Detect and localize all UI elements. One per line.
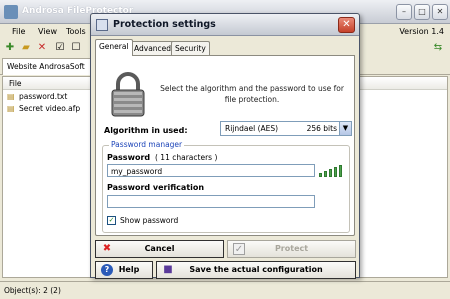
add-file-icon[interactable]: ✚ [4,42,16,54]
status-bar: Object(s): 2 (2) [0,281,450,299]
password-verification-field[interactable] [107,195,315,208]
tab-general[interactable]: General [95,39,133,56]
deselect-icon[interactable]: ☐ [70,42,82,54]
algorithm-value: Rijndael (AES) [225,124,279,133]
minimize-button[interactable]: – [396,4,412,20]
dialog-title: Protection settings [113,19,216,30]
check-icon: ✓ [233,243,245,255]
show-password-label[interactable]: Show password [120,216,178,225]
password-length: ( 11 characters ) [155,153,218,162]
algorithm-label: Algorithm in used: [104,126,188,135]
dialog-icon [96,19,108,31]
show-password-checkbox[interactable]: ✓ [107,216,116,225]
app-icon [4,5,18,19]
password-manager-legend: Password manager [109,140,185,149]
padlock-icon [111,72,145,117]
help-icon: ? [101,264,113,276]
open-folder-icon[interactable]: ▰ [20,42,32,54]
strength-bar [334,167,337,177]
file-icon: ▤ [7,103,15,113]
tab-advanced[interactable]: Advanced [130,41,176,55]
update-icon[interactable]: ⇆ [432,42,444,54]
protection-settings-dialog: Protection settings ✕ General Advanced S… [90,13,360,279]
cancel-label: Cancel [144,244,175,253]
version-label: Version 1.4 [399,27,444,36]
strength-bar [319,173,322,177]
delete-icon[interactable]: ✕ [36,42,48,54]
password-manager-group: Password manager Password ( 11 character… [102,140,350,233]
general-tab-panel: Select the algorithm and the password to… [95,55,355,236]
strength-bar [339,165,342,177]
cancel-button[interactable]: ✖ Cancel [95,240,224,258]
menu-file[interactable]: File [12,27,25,36]
floppy-icon: ■ [163,264,173,275]
dialog-close-button[interactable]: ✕ [338,17,355,33]
dialog-title-bar: Protection settings ✕ [91,14,359,36]
file-icon: ▤ [7,91,15,101]
password-field[interactable]: my_password [107,164,315,177]
strength-bar [329,169,332,177]
save-configuration-button[interactable]: ■ Save the actual configuration [156,261,356,279]
password-label: Password [107,153,151,162]
red-x-icon: ✖ [102,243,112,254]
main-close-button[interactable]: ✕ [432,4,448,20]
chevron-down-icon[interactable]: ▼ [339,122,351,135]
protect-label: Protect [274,244,309,253]
algorithm-bits: 256 bits [306,124,337,133]
save-label: Save the actual configuration [189,265,323,274]
maximize-button[interactable]: □ [414,4,430,20]
file-name: password.txt [19,91,68,101]
menu-tools[interactable]: Tools [66,27,86,36]
file-name: Secret video.afp [19,103,81,113]
select-all-icon[interactable]: ☑ [54,42,66,54]
protect-button[interactable]: ✓ Protect [227,240,356,258]
help-button[interactable]: ? Help [95,261,153,279]
password-strength-meter [319,163,345,177]
tab-website[interactable]: Website AndrosaSoft [2,58,92,75]
tab-security[interactable]: Security [171,41,210,55]
password-verification-label: Password verification [107,183,205,192]
algorithm-select[interactable]: Rijndael (AES) 256 bits ▼ [220,121,352,136]
info-text: Select the algorithm and the password to… [160,84,344,104]
menu-view[interactable]: View [38,27,57,36]
strength-bar [324,171,327,177]
help-label: Help [118,265,140,274]
